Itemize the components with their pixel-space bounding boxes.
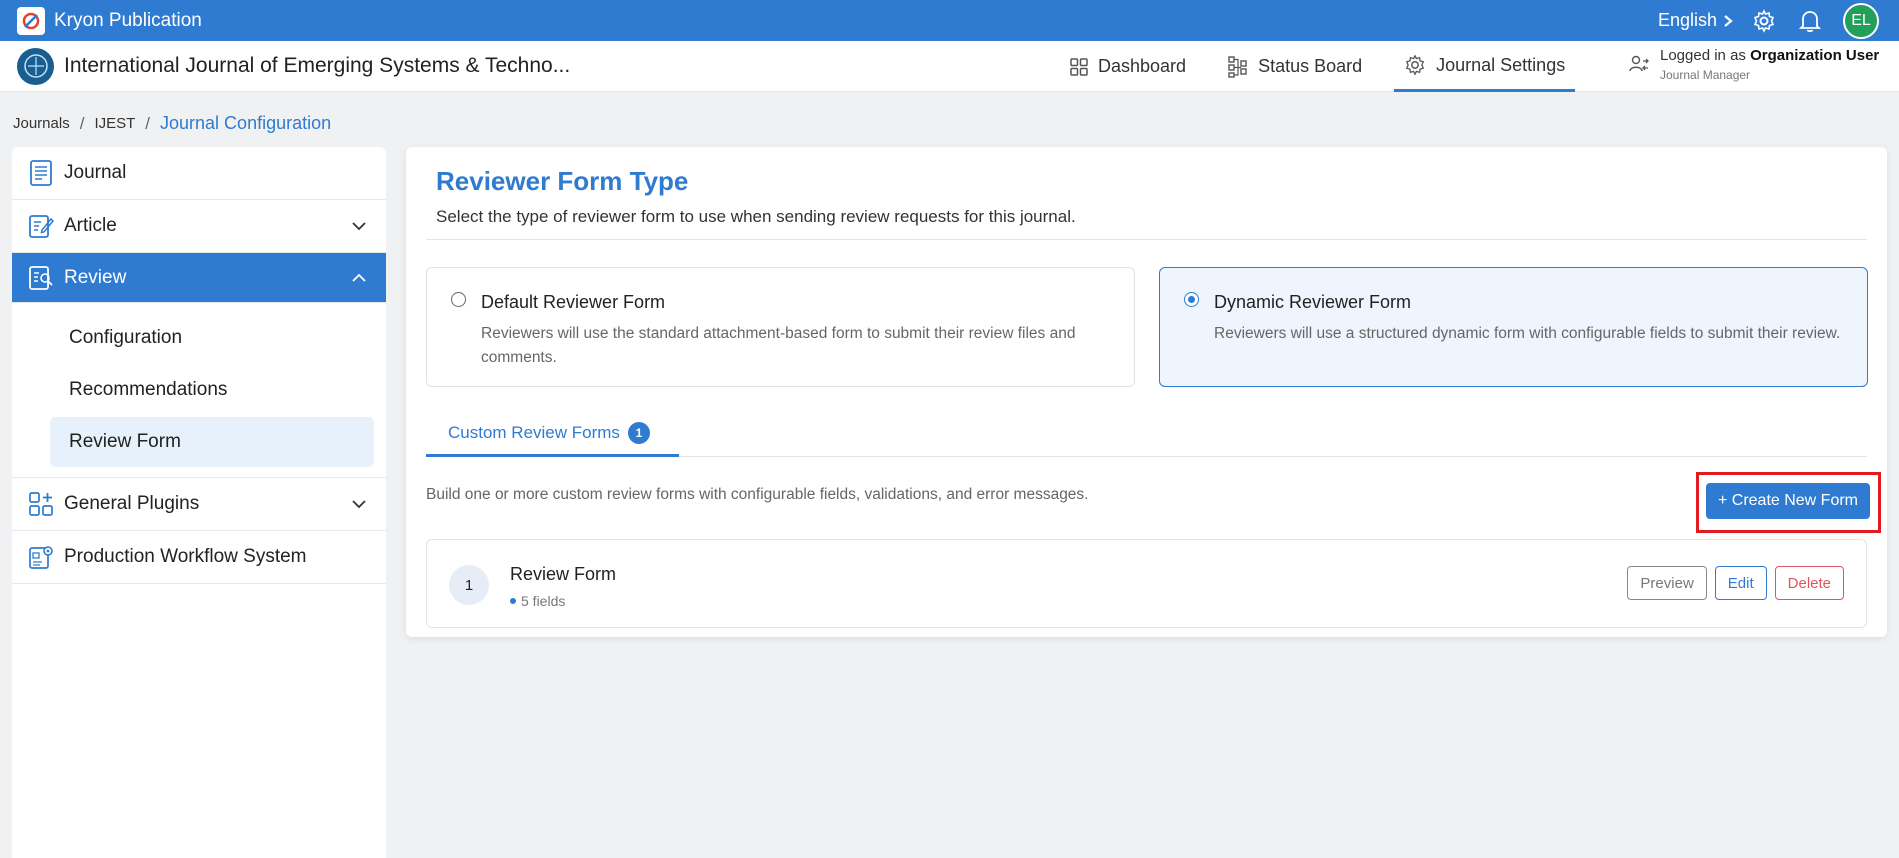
delete-button[interactable]: Delete bbox=[1774, 566, 1844, 600]
document-icon bbox=[28, 160, 54, 186]
sidebar-item-label: Article bbox=[64, 215, 117, 236]
count-badge: 1 bbox=[627, 421, 650, 444]
option-description: Reviewers will use the standard attachme… bbox=[481, 325, 1076, 366]
top-bar: Kryon Publication English EL bbox=[0, 0, 1899, 41]
nav-journal-settings-label: Journal Settings bbox=[1436, 54, 1566, 75]
article-edit-icon bbox=[28, 213, 54, 239]
edit-button[interactable]: Edit bbox=[1714, 566, 1767, 600]
breadcrumb-separator: / bbox=[145, 113, 151, 133]
breadcrumb: Journals / IJEST / Journal Configuration bbox=[13, 113, 331, 134]
grid-icon bbox=[1070, 57, 1088, 76]
sidebar-item-label: Production Workflow System bbox=[64, 546, 307, 567]
journal-logo-icon bbox=[17, 47, 54, 85]
settings-gear-icon[interactable] bbox=[1751, 8, 1777, 34]
create-new-form-button[interactable]: + Create New Form bbox=[1706, 483, 1870, 519]
notification-bell-icon[interactable] bbox=[1797, 8, 1823, 34]
submenu-recommendations[interactable]: Recommendations bbox=[50, 365, 374, 415]
chevron-down-icon bbox=[352, 500, 366, 509]
bullet-dot-icon bbox=[510, 598, 516, 604]
logged-in-prefix: Logged in as bbox=[1660, 47, 1751, 64]
user-role: Journal Manager bbox=[1660, 68, 1751, 82]
form-field-count: 5 fields bbox=[510, 593, 565, 609]
breadcrumb-separator: / bbox=[79, 113, 85, 133]
nav-status-board-label: Status Board bbox=[1258, 56, 1363, 76]
app-name: Kryon Publication bbox=[54, 9, 202, 31]
main-nav: Dashboard Status Board Journal Settings bbox=[1060, 41, 1597, 92]
option-title: Dynamic Reviewer Form bbox=[1214, 292, 1412, 312]
language-selector[interactable]: English bbox=[1658, 10, 1733, 31]
review-icon bbox=[28, 265, 54, 291]
nav-dashboard[interactable]: Dashboard bbox=[1060, 41, 1196, 92]
sidebar-item-label: Journal bbox=[64, 162, 127, 183]
chevron-right-icon bbox=[1724, 14, 1733, 27]
tab-bar: Custom Review Forms 1 bbox=[426, 411, 1867, 457]
sidebar-item-general-plugins[interactable]: General Plugins bbox=[12, 478, 386, 531]
form-list-item: 1 Review Form 5 fields Preview Edit Dele… bbox=[426, 539, 1867, 628]
nav-status-board[interactable]: Status Board bbox=[1218, 41, 1372, 92]
sidebar-item-review[interactable]: Review bbox=[12, 253, 386, 303]
page-subtitle: Select the type of reviewer form to use … bbox=[436, 207, 1076, 226]
plugins-icon bbox=[28, 491, 54, 517]
form-number: 1 bbox=[449, 565, 489, 605]
sidebar-item-journal[interactable]: Journal bbox=[12, 147, 386, 200]
brand-logo-icon bbox=[17, 6, 45, 35]
gear-icon bbox=[1405, 54, 1425, 76]
build-description: Build one or more custom review forms wi… bbox=[426, 486, 1089, 503]
sidebar: Journal Article Review Configuration Rec… bbox=[12, 147, 386, 858]
user-switch-icon[interactable] bbox=[1628, 53, 1650, 75]
user-name: Organization User bbox=[1750, 47, 1880, 64]
option-default-reviewer-form[interactable]: Default Reviewer Form Reviewers will use… bbox=[426, 267, 1135, 387]
sidebar-item-label: General Plugins bbox=[64, 493, 200, 514]
form-name: Review Form bbox=[510, 564, 617, 584]
nav-dashboard-label: Dashboard bbox=[1098, 56, 1187, 76]
chevron-down-icon bbox=[352, 222, 366, 231]
review-submenu: Configuration Recommendations Review For… bbox=[12, 303, 386, 478]
workflow-icon bbox=[28, 544, 54, 570]
breadcrumb-current: Journal Configuration bbox=[160, 113, 332, 133]
tab-label: Custom Review Forms bbox=[448, 422, 620, 442]
radio-dynamic[interactable] bbox=[1184, 292, 1199, 307]
breadcrumb-ijest[interactable]: IJEST bbox=[94, 115, 135, 132]
brand[interactable]: Kryon Publication bbox=[17, 6, 202, 35]
chevron-up-icon bbox=[352, 273, 366, 282]
sidebar-item-production-workflow[interactable]: Production Workflow System bbox=[12, 531, 386, 584]
nav-journal-settings[interactable]: Journal Settings bbox=[1394, 41, 1576, 92]
status-board-icon bbox=[1228, 55, 1247, 78]
sidebar-item-article[interactable]: Article bbox=[12, 200, 386, 253]
journal-title: International Journal of Emerging System… bbox=[64, 54, 571, 77]
submenu-configuration[interactable]: Configuration bbox=[50, 313, 374, 363]
option-dynamic-reviewer-form[interactable]: Dynamic Reviewer Form Reviewers will use… bbox=[1159, 267, 1868, 387]
language-label: English bbox=[1657, 10, 1717, 30]
breadcrumb-journals[interactable]: Journals bbox=[13, 115, 70, 132]
tab-custom-review-forms[interactable]: Custom Review Forms 1 bbox=[426, 411, 679, 457]
user-avatar[interactable]: EL bbox=[1843, 2, 1879, 39]
divider bbox=[426, 239, 1867, 240]
form-actions: Preview Edit Delete bbox=[1627, 566, 1844, 600]
option-description: Reviewers will use a structured dynamic … bbox=[1214, 325, 1841, 342]
field-count-label: 5 fields bbox=[521, 593, 566, 609]
option-title: Default Reviewer Form bbox=[481, 292, 666, 312]
page-title: Reviewer Form Type bbox=[436, 166, 689, 196]
reviewer-form-type-card: Reviewer Form Type Select the type of re… bbox=[406, 147, 1887, 637]
journal-header: International Journal of Emerging System… bbox=[0, 41, 1899, 92]
submenu-review-form[interactable]: Review Form bbox=[50, 417, 374, 467]
preview-button[interactable]: Preview bbox=[1627, 566, 1707, 600]
sidebar-item-label: Review bbox=[64, 266, 127, 288]
user-info: Logged in as Organization User Journal M… bbox=[1628, 47, 1879, 82]
radio-default[interactable] bbox=[451, 292, 466, 307]
